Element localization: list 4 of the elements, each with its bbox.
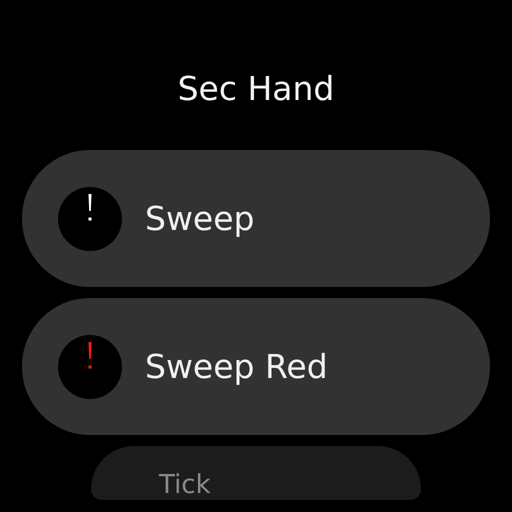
screen-title: Sec Hand xyxy=(178,68,334,110)
option-chip[interactable]: Sweep xyxy=(22,150,490,287)
option-chip[interactable]: Tick xyxy=(91,446,421,500)
option-chip[interactable]: Sweep Red xyxy=(22,298,490,435)
